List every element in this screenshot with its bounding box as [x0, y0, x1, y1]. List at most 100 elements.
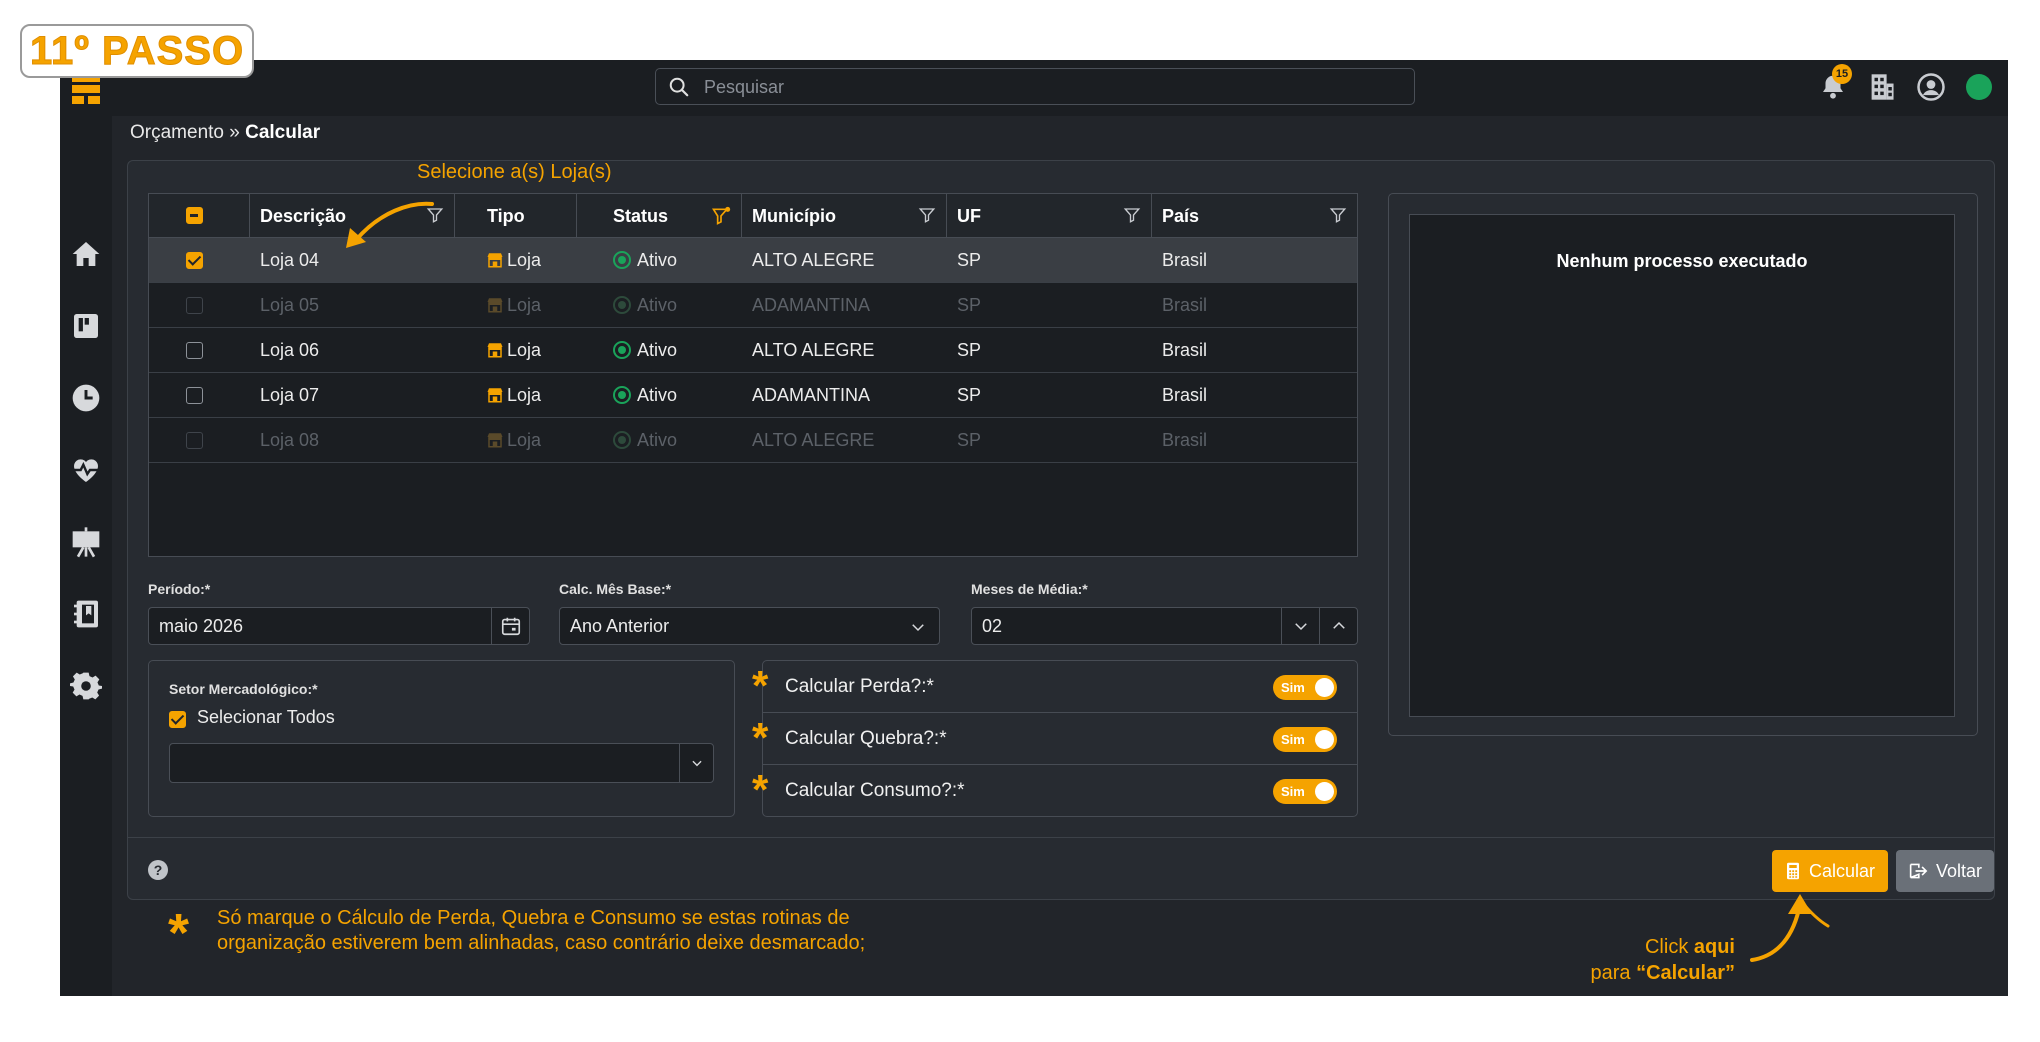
status-active-icon: [613, 251, 631, 269]
increment-button[interactable]: [1319, 608, 1357, 644]
annotation-star: *: [752, 662, 769, 709]
toggle-row-quebra: Calcular Quebra?:* Sim: [763, 713, 1357, 765]
calcular-button[interactable]: Calcular: [1772, 850, 1888, 892]
header-pais[interactable]: País: [1152, 194, 1357, 238]
step-badge: 11º PASSO: [20, 24, 255, 78]
presentation-board-icon[interactable]: [70, 526, 102, 558]
decrement-button[interactable]: [1281, 608, 1319, 644]
calc-mes-base-value: Ano Anterior: [570, 616, 670, 636]
annotation-star: *: [752, 766, 769, 813]
select-all-setor-checkbox[interactable]: [169, 711, 186, 728]
calendar-button[interactable]: [491, 608, 529, 644]
table-row[interactable]: Loja 04 Loja Ativo ALTO ALEGRE SP Brasil: [149, 238, 1357, 283]
cell-tipo: Loja: [486, 283, 541, 328]
cell-status: Ativo: [613, 418, 677, 463]
header-tipo[interactable]: Tipo: [455, 194, 577, 238]
notifications-button[interactable]: 15: [1818, 64, 1852, 102]
calculation-options-box: Calcular Perda?:* Sim Calcular Quebra?:*…: [762, 660, 1358, 817]
annotation-note-line-1: Só marque o Cálculo de Perda, Quebra e C…: [217, 907, 850, 929]
header-select-all-cell: [149, 194, 250, 238]
calcular-button-label: Calcular: [1808, 860, 1876, 881]
row-checkbox[interactable]: [186, 342, 203, 359]
cell-uf: SP: [957, 340, 982, 360]
row-checkbox[interactable]: [186, 387, 203, 404]
setor-multiselect[interactable]: [169, 743, 714, 783]
heart-pulse-icon[interactable]: [70, 454, 102, 486]
status-active-icon: [613, 296, 631, 314]
toggle-row-perda: Calcular Perda?:* Sim: [763, 661, 1357, 713]
status-active-icon: [613, 341, 631, 359]
voltar-button[interactable]: Voltar: [1896, 850, 1994, 892]
setor-dropdown-button[interactable]: [679, 744, 713, 782]
breadcrumb-parent[interactable]: Orçamento: [130, 122, 224, 143]
annotation-select-stores: Selecione a(s) Loja(s): [417, 161, 612, 183]
setor-mercadologico-box: Setor Mercadológico:* Selecionar Todos: [148, 660, 735, 817]
store-icon: [486, 250, 507, 270]
header-uf[interactable]: UF: [947, 194, 1152, 238]
filter-icon[interactable]: [1123, 206, 1141, 224]
search-icon: [669, 77, 689, 97]
search-input[interactable]: [704, 75, 1384, 99]
calc-mes-base-label: Calc. Mês Base:*: [559, 581, 672, 597]
notification-count-badge: 15: [1832, 64, 1852, 84]
calcular-perda-label: Calcular Perda?:*: [785, 676, 934, 697]
cell-status: Ativo: [613, 328, 677, 373]
top-icons: 15: [1818, 64, 1992, 102]
cell-municipio: ALTO ALEGRE: [752, 250, 875, 270]
cell-municipio: ALTO ALEGRE: [752, 430, 875, 450]
cell-pais: Brasil: [1162, 340, 1208, 360]
header-municipio[interactable]: Município: [742, 194, 947, 238]
online-status-indicator: [1966, 74, 1992, 100]
home-icon[interactable]: [70, 238, 102, 270]
filter-icon[interactable]: [918, 206, 936, 224]
calcular-quebra-label: Calcular Quebra?:*: [785, 728, 947, 749]
cell-uf: SP: [957, 430, 982, 450]
annotation-note: Só marque o Cálculo de Perda, Quebra e C…: [217, 906, 865, 956]
help-icon[interactable]: ?: [148, 860, 168, 880]
cell-descricao: Loja 06: [260, 340, 320, 360]
exit-arrow-icon: [1909, 863, 1928, 879]
calc-mes-base-select[interactable]: Ano Anterior: [559, 607, 940, 645]
app-logo[interactable]: [72, 74, 100, 104]
screenshot-canvas: 11º PASSO 15: [0, 0, 2040, 1042]
calcular-perda-toggle[interactable]: Sim: [1273, 675, 1337, 700]
cell-uf: SP: [957, 250, 982, 270]
table-header: Descrição Tipo Status Município UF País: [149, 194, 1357, 238]
notebook-icon[interactable]: [70, 598, 102, 630]
header-status[interactable]: Status: [577, 194, 742, 238]
table-row: Loja 05 Loja Ativo ADAMANTINA SP Brasil: [149, 283, 1357, 328]
select-all-setor-label[interactable]: Selecionar Todos: [197, 707, 335, 728]
setor-label: Setor Mercadológico:*: [169, 681, 318, 697]
meses-media-stepper[interactable]: 02: [971, 607, 1358, 645]
kanban-board-icon[interactable]: [70, 310, 102, 342]
cell-municipio: ALTO ALEGRE: [752, 340, 875, 360]
annotation-click-here: Click aqui para “Calcular”: [1590, 936, 1735, 984]
cell-pais: Brasil: [1162, 385, 1208, 405]
periodo-field[interactable]: maio 2026: [148, 607, 530, 645]
user-account-icon[interactable]: [1916, 72, 1946, 102]
periodo-label: Período:*: [148, 581, 211, 597]
filter-icon[interactable]: [1329, 206, 1347, 224]
cell-status: Ativo: [613, 373, 677, 418]
cell-descricao: Loja 04: [260, 250, 320, 270]
search-box[interactable]: [655, 68, 1415, 105]
breadcrumb-current: Calcular: [245, 122, 321, 143]
table-row[interactable]: Loja 06 Loja Ativo ALTO ALEGRE SP Brasil: [149, 328, 1357, 373]
annotation-star: *: [752, 714, 769, 761]
calcular-quebra-toggle[interactable]: Sim: [1273, 727, 1337, 752]
annotation-star: *: [168, 903, 190, 963]
calcular-consumo-toggle[interactable]: Sim: [1273, 779, 1337, 804]
select-all-checkbox[interactable]: [186, 207, 203, 224]
filter-active-icon[interactable]: [711, 206, 731, 226]
table-row[interactable]: Loja 07 Loja Ativo ADAMANTINA SP Brasil: [149, 373, 1357, 418]
chevron-down-icon: [691, 760, 702, 767]
cell-status: Ativo: [613, 238, 677, 283]
clock-icon[interactable]: [70, 382, 102, 414]
table-row: Loja 08 Loja Ativo ALTO ALEGRE SP Brasil: [149, 418, 1357, 463]
chevron-down-icon: [1294, 623, 1307, 631]
settings-gear-icon[interactable]: [70, 670, 102, 702]
row-checkbox[interactable]: [186, 252, 203, 269]
stores-table: Descrição Tipo Status Município UF País …: [148, 193, 1358, 557]
breadcrumb-separator: »: [223, 122, 246, 143]
building-icon[interactable]: [1868, 72, 1896, 102]
